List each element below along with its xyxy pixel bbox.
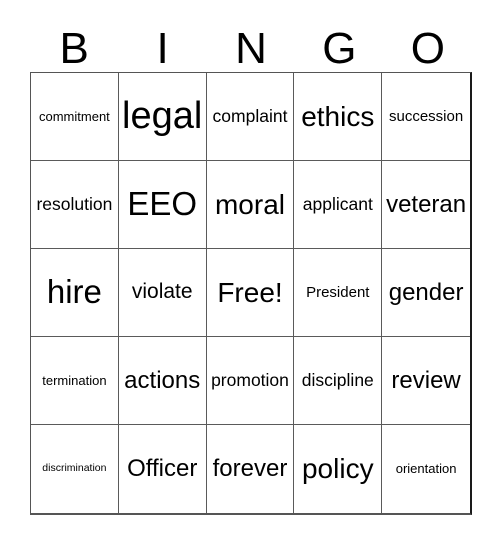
bingo-cell[interactable]: actions <box>118 337 207 425</box>
bingo-cell[interactable]: veteran <box>382 161 470 249</box>
bingo-cell[interactable]: forever <box>206 425 295 513</box>
bingo-cell[interactable]: succession <box>382 73 470 161</box>
bingo-cell-label: succession <box>388 107 464 125</box>
bingo-cell-label: applicant <box>302 194 373 215</box>
header-letter-b: B <box>59 24 89 73</box>
bingo-cell[interactable]: resolution <box>31 161 119 249</box>
bingo-cell-label: discrimination <box>42 462 107 475</box>
bingo-cell-label: discipline <box>301 370 374 391</box>
bingo-cell-label: termination <box>42 372 107 388</box>
bingo-cell-label: commitment <box>39 108 110 124</box>
bingo-cell-label: legal <box>122 94 203 137</box>
bingo-cell-label: actions <box>124 366 201 394</box>
bingo-cell-free[interactable]: Free! <box>206 249 295 337</box>
bingo-cell[interactable]: moral <box>206 161 295 249</box>
header-letter-o: O <box>410 24 445 73</box>
bingo-cell[interactable]: discrimination <box>31 425 119 513</box>
bingo-cell[interactable]: applicant <box>294 161 383 249</box>
bingo-cell[interactable]: termination <box>31 337 119 425</box>
bingo-cell-label: Free! <box>217 276 283 308</box>
bingo-cell-label: moral <box>214 188 285 220</box>
bingo-cell[interactable]: orientation <box>382 425 470 513</box>
bingo-cell[interactable]: EEO <box>118 161 207 249</box>
bingo-cell-label: Officer <box>127 455 198 483</box>
bingo-cell-label: policy <box>301 453 374 485</box>
bingo-cell-label: complaint <box>212 106 288 127</box>
bingo-cell[interactable]: review <box>382 337 470 425</box>
bingo-grid: commitment legal complaint ethics succes… <box>30 72 472 515</box>
bingo-cell[interactable]: discipline <box>294 337 383 425</box>
bingo-cell[interactable]: Officer <box>118 425 207 513</box>
bingo-cell[interactable]: hire <box>31 249 119 337</box>
header-letter-g: G <box>322 24 357 73</box>
bingo-cell-label: EEO <box>127 185 198 223</box>
bingo-cell[interactable]: gender <box>382 249 470 337</box>
bingo-cell[interactable]: ethics <box>294 73 383 161</box>
bingo-cell-label: promotion <box>211 370 289 391</box>
bingo-cell-label: veteran <box>386 190 467 218</box>
bingo-cell[interactable]: commitment <box>31 73 119 161</box>
bingo-cell-label: gender <box>388 278 464 306</box>
bingo-cell[interactable]: legal <box>118 73 207 161</box>
bingo-cell-label: resolution <box>36 194 113 215</box>
bingo-cell-label: President <box>306 283 370 301</box>
bingo-cell-label: review <box>391 366 461 394</box>
bingo-cell-label: hire <box>46 273 102 311</box>
bingo-cell[interactable]: policy <box>294 425 383 513</box>
header-letter-i: I <box>156 24 169 73</box>
bingo-cell[interactable]: promotion <box>206 337 295 425</box>
bingo-cell-label: forever <box>212 455 288 483</box>
bingo-cell-label: violate <box>131 280 193 304</box>
bingo-cell[interactable]: violate <box>118 249 207 337</box>
bingo-cell[interactable]: President <box>294 249 383 337</box>
bingo-header: B I N G O <box>30 16 472 72</box>
bingo-cell-label: orientation <box>395 461 457 477</box>
bingo-cell[interactable]: complaint <box>206 73 295 161</box>
bingo-card: B I N G O commitment legal complaint eth… <box>0 0 500 544</box>
header-letter-n: N <box>235 24 267 73</box>
bingo-cell-label: ethics <box>301 100 375 132</box>
